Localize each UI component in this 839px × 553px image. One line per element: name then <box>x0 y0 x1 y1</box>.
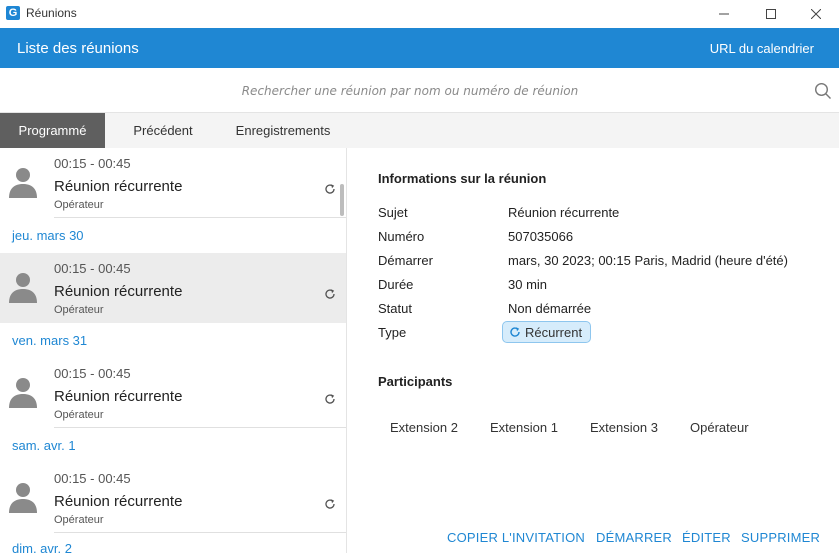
minimize-button[interactable] <box>701 0 747 27</box>
recurring-icon <box>325 394 335 404</box>
participants-heading: Participants <box>378 374 453 389</box>
meeting-details-panel: Informations sur la réunion Sujet Réunio… <box>348 148 839 553</box>
meeting-role: Opérateur <box>54 199 104 211</box>
participant-item: Extension 1 <box>490 420 558 435</box>
search-input[interactable] <box>40 78 780 104</box>
meeting-title: Réunion récurrente <box>54 493 183 510</box>
meeting-role: Opérateur <box>54 409 104 421</box>
window-titlebar: G Réunions <box>0 0 839 27</box>
detail-subject-value: Réunion récurrente <box>508 205 620 220</box>
meeting-item[interactable]: 00:15 - 00:45 Réunion récurrente Opérate… <box>0 463 346 533</box>
detail-duration-value: 30 min <box>508 277 548 292</box>
tab-bar: Programmé Précédent Enregistrements <box>0 113 839 148</box>
app-logo-icon: G <box>6 6 20 20</box>
detail-label: Numéro <box>378 229 425 244</box>
participant-item: Extension 2 <box>390 420 458 435</box>
tab-enregistrements[interactable]: Enregistrements <box>222 113 344 148</box>
maximize-icon <box>766 8 776 19</box>
meeting-role: Opérateur <box>54 514 104 526</box>
day-header: jeu. mars 30 <box>12 228 84 243</box>
user-avatar-icon <box>9 378 37 408</box>
user-avatar-icon <box>9 483 37 513</box>
meeting-title: Réunion récurrente <box>54 388 183 405</box>
meeting-role: Opérateur <box>54 304 104 316</box>
recurring-icon <box>325 184 335 194</box>
recurring-icon <box>510 327 520 337</box>
detail-label: Type <box>378 325 407 340</box>
app-header: Liste des réunions URL du calendrier <box>0 28 839 68</box>
meeting-time: 00:15 - 00:45 <box>54 261 131 276</box>
search-bar <box>0 68 839 113</box>
close-icon <box>811 8 821 19</box>
day-header: sam. avr. 1 <box>12 438 76 453</box>
delete-button[interactable]: SUPPRIMER <box>741 530 820 545</box>
page-title: Liste des réunions <box>17 40 139 57</box>
start-button[interactable]: DÉMARRER <box>596 530 672 545</box>
recurring-icon <box>325 289 335 299</box>
close-button[interactable] <box>793 0 839 27</box>
row-divider <box>54 532 346 533</box>
tab-precedent[interactable]: Précédent <box>115 113 211 148</box>
type-badge-label: Récurrent <box>525 324 583 340</box>
recurring-type-badge: Récurrent <box>502 321 592 343</box>
list-scrollbar[interactable] <box>340 184 344 216</box>
detail-label: Statut <box>378 301 412 316</box>
meeting-item[interactable]: 00:15 - 00:45 Réunion récurrente Opérate… <box>0 358 346 428</box>
detail-start-value: mars, 30 2023; 00:15 Paris, Madrid (heur… <box>508 253 788 268</box>
maximize-button[interactable] <box>748 0 794 27</box>
meeting-item-selected[interactable]: 00:15 - 00:45 Réunion récurrente Opérate… <box>0 253 346 323</box>
meeting-title: Réunion récurrente <box>54 283 183 300</box>
detail-label: Démarrer <box>378 253 433 268</box>
participant-item: Extension 3 <box>590 420 658 435</box>
meeting-time: 00:15 - 00:45 <box>54 366 131 381</box>
row-divider <box>54 217 346 218</box>
calendar-url-link[interactable]: URL du calendrier <box>710 41 814 56</box>
edit-button[interactable]: ÉDITER <box>682 530 731 545</box>
meeting-time: 00:15 - 00:45 <box>54 471 131 486</box>
participant-item: Opérateur <box>690 420 749 435</box>
meeting-item[interactable]: 00:15 - 00:45 Réunion récurrente Opérate… <box>0 148 346 218</box>
user-avatar-icon <box>9 273 37 303</box>
row-divider <box>54 427 346 428</box>
window-title: Réunions <box>26 6 77 20</box>
copy-invitation-button[interactable]: COPIER L'INVITATION <box>447 530 585 545</box>
day-header: ven. mars 31 <box>12 333 88 348</box>
day-header: dim. avr. 2 <box>12 541 72 553</box>
detail-label: Durée <box>378 277 414 292</box>
recurring-icon <box>325 499 335 509</box>
details-heading: Informations sur la réunion <box>378 171 547 186</box>
meeting-time: 00:15 - 00:45 <box>54 156 131 171</box>
meeting-title: Réunion récurrente <box>54 178 183 195</box>
user-avatar-icon <box>9 168 37 198</box>
search-icon[interactable] <box>814 82 832 100</box>
detail-number-value: 507035066 <box>508 229 574 244</box>
detail-label: Sujet <box>378 205 408 220</box>
detail-status-value: Non démarrée <box>508 301 592 316</box>
meeting-list[interactable]: 00:15 - 00:45 Réunion récurrente Opérate… <box>0 148 347 553</box>
minimize-icon <box>719 13 729 14</box>
tab-programme[interactable]: Programmé <box>0 113 105 148</box>
